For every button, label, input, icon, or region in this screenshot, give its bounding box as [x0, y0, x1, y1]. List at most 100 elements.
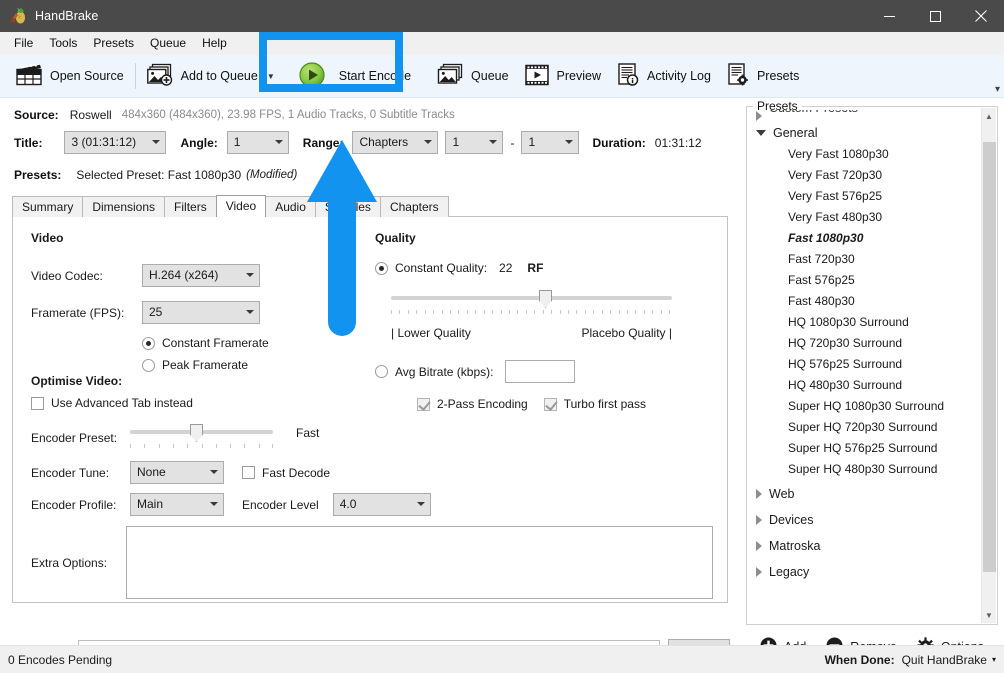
scroll-down-icon[interactable]: ▼	[982, 607, 996, 623]
preset-item[interactable]: Super HQ 480p30 Surround	[748, 458, 982, 479]
title-select[interactable]: 3 (01:31:12)	[64, 131, 167, 154]
encoder-preset-thumb[interactable]	[190, 424, 203, 442]
preset-item[interactable]: Very Fast 720p30	[748, 164, 982, 185]
preset-item[interactable]: HQ 720p30 Surround	[748, 332, 982, 353]
preset-item[interactable]: Super HQ 576p25 Surround	[748, 437, 982, 458]
preset-item[interactable]: Super HQ 1080p30 Surround	[748, 395, 982, 416]
chevron-right-icon[interactable]	[756, 488, 762, 499]
constant-framerate-radio-dot	[142, 336, 155, 350]
video-codec-select[interactable]: H.264 (x264)	[142, 264, 260, 287]
tab-filters[interactable]: Filters	[164, 196, 217, 217]
range-end-select[interactable]: 1	[521, 131, 580, 154]
chevron-right-icon[interactable]	[756, 111, 762, 121]
constant-quality-radio[interactable]: Constant Quality: 22 RF	[375, 261, 705, 275]
preset-item[interactable]: HQ 480p30 Surround	[748, 374, 982, 395]
use-advanced-tab-label: Use Advanced Tab instead	[51, 396, 193, 410]
toolbar-overflow-icon[interactable]: ▾	[995, 85, 1000, 95]
range-type-select[interactable]: Chapters	[352, 131, 439, 154]
optimise-video-label: Optimise Video:	[31, 374, 123, 388]
menu-help[interactable]: Help	[194, 33, 235, 53]
range-start-select[interactable]: 1	[445, 131, 504, 154]
menu-file[interactable]: File	[6, 33, 41, 53]
fast-decode-label: Fast Decode	[262, 465, 331, 480]
when-done-value[interactable]: Quit HandBrake	[902, 653, 987, 667]
presets-group-legacy[interactable]: Legacy	[748, 561, 982, 582]
menu-presets[interactable]: Presets	[85, 33, 142, 53]
chevron-down-icon[interactable]: ▼	[267, 72, 275, 81]
close-icon[interactable]	[958, 0, 1004, 32]
presets-scrollbar[interactable]: ▲ ▼	[981, 108, 996, 623]
menu-tools[interactable]: Tools	[41, 33, 85, 53]
preview-button[interactable]: Preview	[517, 59, 609, 93]
title-bar: HandBrake	[0, 0, 1004, 32]
peak-framerate-radio[interactable]: Peak Framerate	[142, 358, 361, 372]
encoder-preset-slider[interactable]	[130, 424, 273, 442]
chevron-down-icon[interactable]: ▾	[992, 655, 996, 664]
scroll-up-icon[interactable]: ▲	[982, 108, 996, 124]
preset-item[interactable]: HQ 576p25 Surround	[748, 353, 982, 374]
presets-group-devices[interactable]: Devices	[748, 509, 982, 530]
presets-tree[interactable]: Custom Presets General Very Fast 1080p30…	[748, 108, 982, 623]
tab-summary[interactable]: Summary	[12, 196, 84, 217]
presets-group-general-label: General	[773, 125, 818, 140]
chevron-right-icon[interactable]	[756, 540, 762, 551]
tab-subtitles[interactable]: Subtitles	[314, 196, 381, 217]
activity-log-label: Activity Log	[647, 69, 711, 83]
start-encode-button[interactable]: Start Encode	[291, 59, 419, 93]
preset-item-selected[interactable]: Fast 1080p30	[748, 227, 982, 248]
maximize-icon[interactable]	[912, 0, 958, 32]
framerate-label: Framerate (FPS):	[31, 305, 125, 320]
tab-dimensions[interactable]: Dimensions	[82, 196, 166, 217]
framerate-select[interactable]: 25	[142, 301, 260, 324]
tab-video[interactable]: Video	[215, 195, 267, 217]
open-source-button[interactable]: Open Source	[8, 59, 132, 93]
quality-slider-thumb[interactable]	[539, 290, 552, 308]
encoder-profile-select[interactable]: Main	[130, 493, 224, 516]
preset-item[interactable]: Fast 576p25	[748, 269, 982, 290]
add-to-queue-button[interactable]: Add to Queue ▼	[139, 59, 283, 93]
presets-group-general[interactable]: General	[748, 122, 982, 143]
when-done-control[interactable]: When Done: Quit HandBrake ▾	[825, 653, 996, 667]
left-pane: Source: Roswell 484x360 (484x360), 23.98…	[0, 98, 740, 673]
preset-item[interactable]: Very Fast 576p25	[748, 185, 982, 206]
preset-item[interactable]: Fast 480p30	[748, 290, 982, 311]
quality-slider[interactable]	[391, 290, 672, 308]
rf-unit: RF	[527, 261, 544, 275]
preview-label: Preview	[556, 69, 602, 83]
open-source-label: Open Source	[50, 69, 124, 83]
fast-decode-checkbox[interactable]: Fast Decode	[242, 466, 330, 480]
preset-item[interactable]: HQ 1080p30 Surround	[748, 311, 982, 332]
preset-item[interactable]: Very Fast 1080p30	[748, 143, 982, 164]
presets-toolbar-button[interactable]: Presets	[719, 59, 807, 93]
encoder-level-select[interactable]: 4.0	[332, 493, 431, 516]
preset-item[interactable]: Super HQ 720p30 Surround	[748, 416, 982, 437]
preset-modified-badge: (Modified)	[246, 169, 298, 181]
encoder-profile-label: Encoder Profile:	[31, 497, 117, 512]
extra-options-input[interactable]	[126, 526, 713, 599]
preset-item[interactable]: Very Fast 480p30	[748, 206, 982, 227]
use-advanced-tab-checkbox[interactable]: Use Advanced Tab instead	[31, 396, 713, 410]
queue-button[interactable]: Queue	[429, 59, 517, 93]
presets-group-web[interactable]: Web	[748, 483, 982, 504]
constant-framerate-radio[interactable]: Constant Framerate	[142, 336, 361, 350]
chevron-right-icon[interactable]	[756, 514, 762, 525]
presets-group-matroska[interactable]: Matroska	[748, 535, 982, 556]
presets-summary-label: Presets:	[14, 168, 62, 182]
preset-item[interactable]: Fast 720p30	[748, 248, 982, 269]
encoder-tune-select[interactable]: None	[130, 461, 224, 484]
tab-audio[interactable]: Audio	[265, 196, 316, 217]
add-to-queue-label: Add to Queue	[180, 69, 258, 83]
chevron-down-icon[interactable]	[756, 129, 766, 136]
presets-group-custom[interactable]: Custom Presets	[748, 110, 982, 122]
presets-scrollbar-thumb[interactable]	[983, 142, 996, 572]
menu-queue[interactable]: Queue	[142, 33, 194, 53]
angle-select[interactable]: 1	[226, 131, 289, 154]
duration-label: Duration:	[592, 135, 646, 150]
chevron-right-icon[interactable]	[756, 566, 762, 577]
activity-log-button[interactable]: Activity Log	[609, 59, 719, 93]
presets-gear-doc-icon	[727, 63, 749, 89]
presets-group-custom-label: Custom Presets	[769, 110, 858, 115]
window-title: HandBrake	[35, 9, 99, 23]
minimize-icon[interactable]	[866, 0, 912, 32]
tab-chapters[interactable]: Chapters	[379, 196, 449, 217]
